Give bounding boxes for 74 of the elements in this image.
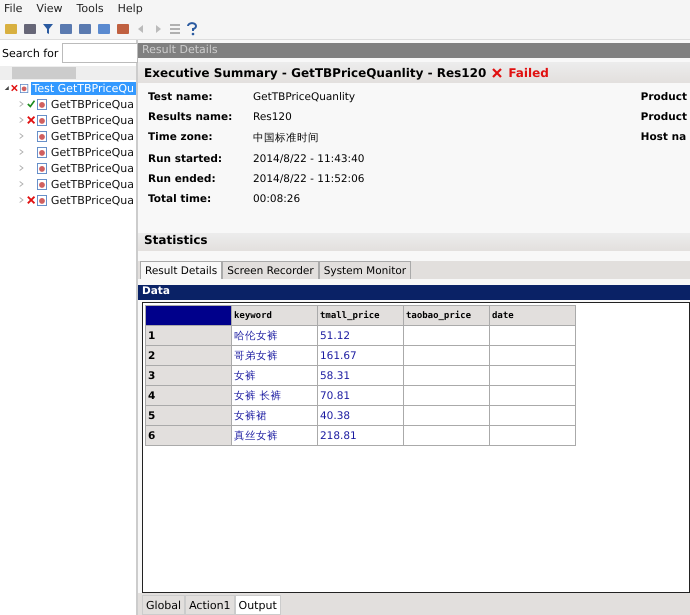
table-cell: 女裤	[232, 366, 318, 386]
table-cell: 哥弟女裤	[232, 346, 318, 366]
field-label: Time zone:	[148, 131, 214, 145]
list-icon[interactable]	[169, 22, 181, 34]
tree-item[interactable]: GetTBPriceQua	[48, 194, 136, 206]
row-header: 2	[146, 346, 232, 366]
column-header[interactable]: date	[490, 306, 576, 326]
sheet-tab[interactable]: Global	[142, 595, 186, 615]
column-header[interactable]: taobao_price	[404, 306, 490, 326]
table-cell: 218.81	[318, 426, 404, 446]
table-cell: 40.38	[318, 406, 404, 426]
table-cell: 哈伦女裤	[232, 326, 318, 346]
table-cell: 女裤裙	[232, 406, 318, 426]
help-icon[interactable]	[186, 22, 198, 36]
menu-item[interactable]: File	[4, 2, 22, 16]
menu-item[interactable]: Tools	[76, 2, 104, 16]
table-cell: 161.67	[318, 346, 404, 366]
search-field[interactable]	[62, 43, 138, 63]
tab[interactable]: System Monitor	[318, 261, 412, 279]
tab[interactable]: Result Details	[140, 261, 222, 279]
test-icon	[36, 146, 47, 158]
tree-item[interactable]: GetTBPriceQua	[48, 114, 136, 126]
field-value: Res120	[253, 111, 293, 123]
row-header: 1	[146, 326, 232, 346]
tree-item[interactable]: GetTBPriceQua	[48, 130, 136, 142]
menu-item[interactable]: View	[36, 2, 63, 16]
row-header: 4	[146, 386, 232, 406]
summary-title: Executive Summary - GetTBPriceQuanlity - Res120	[144, 66, 486, 80]
search-label: Search for	[2, 46, 58, 60]
test-icon	[36, 194, 47, 206]
column-header[interactable]: tmall_price	[318, 306, 404, 326]
test-icon	[36, 114, 47, 126]
sheet-tab[interactable]: Output	[234, 595, 281, 615]
tree-item[interactable]: GetTBPriceQua	[48, 178, 136, 190]
field-value: 中国标准时间	[253, 131, 320, 145]
tree-item[interactable]: GetTBPriceQua	[48, 98, 136, 110]
filter-icon[interactable]	[42, 22, 54, 34]
table-cell: 真丝女裤	[232, 426, 318, 446]
table-cell: 女裤 长裤	[232, 386, 318, 406]
tree-item[interactable]: GetTBPriceQua	[48, 146, 136, 158]
panel-title: Result Details	[138, 43, 690, 58]
field-value: 00:08:26	[253, 193, 302, 205]
test-icon	[36, 98, 47, 110]
section-title: Statistics	[138, 233, 690, 251]
row-header: 6	[146, 426, 232, 446]
field-label: Run started:	[148, 153, 224, 165]
row-header: 3	[146, 366, 232, 386]
menu-item[interactable]: Help	[118, 2, 143, 16]
table-cell: 58.31	[318, 366, 404, 386]
field-label: Product	[640, 91, 687, 103]
field-label: Product	[640, 111, 687, 123]
field-value: 2014/8/22 - 11:43:40	[253, 153, 364, 165]
column-header[interactable]: keyword	[232, 306, 318, 326]
field-label: Total time:	[148, 193, 212, 205]
table-cell: 70.81	[318, 386, 404, 406]
scrollbar[interactable]	[0, 66, 136, 80]
table-cell: 51.12	[318, 326, 404, 346]
collapse-arrow-icon[interactable]	[4, 84, 10, 92]
status-text: Failed	[508, 66, 549, 80]
tree-item[interactable]: GetTBPriceQua	[48, 162, 136, 174]
sheet-tab[interactable]: Action1	[185, 595, 235, 615]
row-header: 5	[146, 406, 232, 426]
field-label: Test name:	[148, 91, 214, 103]
section-title: Data	[138, 285, 690, 300]
field-label: Run ended:	[148, 173, 217, 185]
field-value: GetTBPriceQuanlity	[253, 91, 356, 103]
field-value: 2014/8/22 - 11:52:06	[253, 173, 364, 185]
tab[interactable]: Screen Recorder	[222, 261, 319, 279]
test-icon	[36, 178, 47, 190]
field-label: Host na	[640, 131, 687, 143]
test-icon	[20, 82, 28, 94]
test-icon	[36, 130, 47, 142]
test-icon	[36, 162, 47, 174]
field-label: Results name:	[148, 111, 234, 123]
